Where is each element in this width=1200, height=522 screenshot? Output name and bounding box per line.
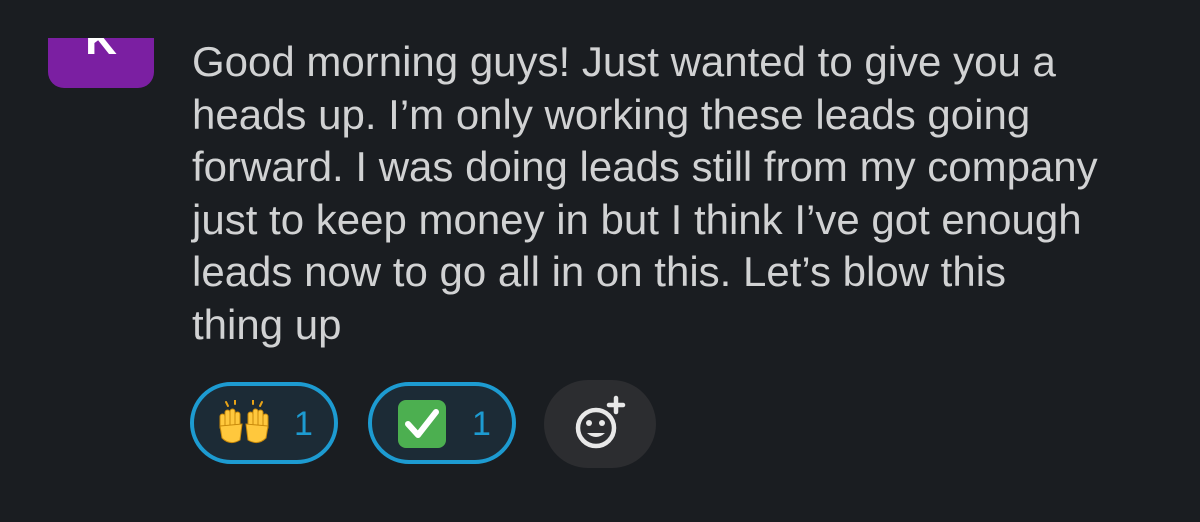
user-avatar[interactable]: K [48, 38, 154, 88]
message-text: Good morning guys! Just wanted to give y… [192, 38, 1098, 348]
avatar-initial: K [85, 38, 117, 64]
check-mark-icon [398, 400, 446, 448]
add-reaction-button[interactable] [544, 380, 656, 468]
chat-message-view: K Good morning guys! Just wanted to give… [0, 0, 1200, 522]
add-reaction-icon [575, 395, 626, 449]
reaction-raising-hands[interactable]: 1 [190, 382, 338, 464]
reaction-count: 1 [294, 405, 313, 443]
raising-hands-icon [219, 400, 269, 444]
reaction-count: 1 [472, 405, 491, 443]
reaction-white-check-mark[interactable]: 1 [368, 382, 516, 464]
